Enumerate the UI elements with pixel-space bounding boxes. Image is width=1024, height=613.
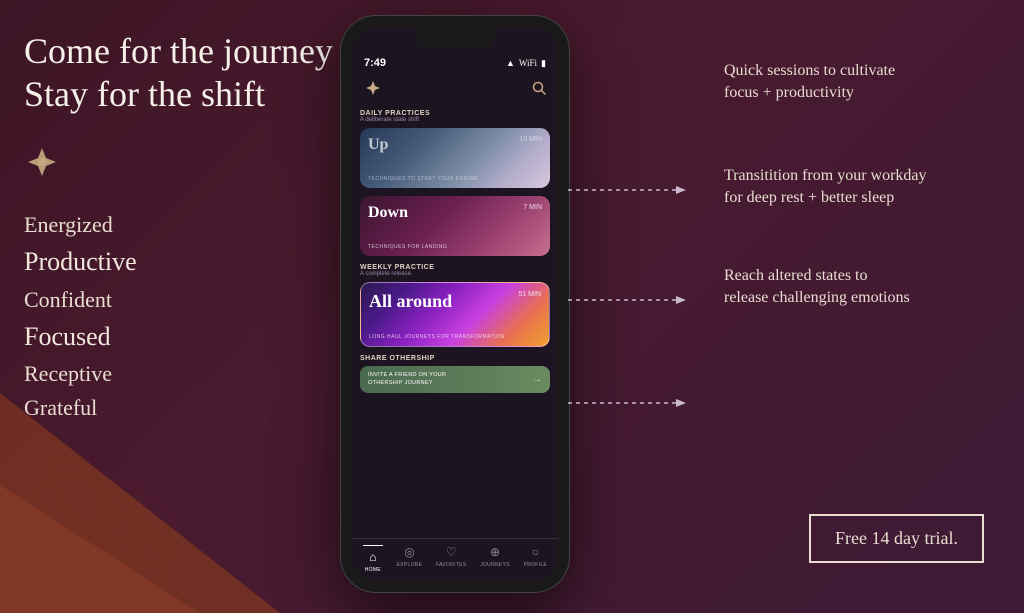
left-panel: Come for the journey Stay for the shift … [24, 30, 344, 425]
feature-1-text: Quick sessions to cultivatefocus + produ… [724, 60, 1004, 105]
feature-1: Quick sessions to cultivatefocus + produ… [724, 60, 1004, 105]
card-allaround-sublabel: LONG HAUL JOURNEYS FOR TRANSFORMATION [369, 334, 505, 340]
share-card[interactable]: INVITE A FRIEND ON YOUR OTHERSHIP JOURNE… [360, 366, 550, 393]
nav-journeys-label: JOURNEYS [480, 562, 510, 568]
bottom-nav: ⌂ HOME ◎ EXPLORE ♡ FAVORITES ⊕ JOURNEYS … [352, 538, 558, 582]
headline-line2: Stay for the shift [24, 73, 344, 116]
share-title: SHARE OTHERSHIP [360, 355, 550, 362]
share-section: SHARE OTHERSHIP INVITE A FRIEND ON YOUR … [360, 355, 550, 393]
status-icons: ▲ WiFi ▮ [506, 58, 546, 69]
nav-home-label: HOME [365, 567, 381, 573]
state-grateful: Grateful [24, 391, 344, 425]
states-list: Energized Productive Confident Focused R… [24, 208, 344, 425]
screen-content: DAILY PRACTICES A deliberate state shift… [352, 110, 558, 393]
daily-practices-section: DAILY PRACTICES A deliberate state shift… [360, 110, 550, 256]
search-icon[interactable] [532, 81, 546, 100]
headline-line1: Come for the journey [24, 30, 344, 73]
brand-logo [24, 144, 344, 188]
app-logo [364, 79, 382, 102]
state-energized: Energized [24, 208, 344, 242]
feature-2-text: Transitition from your workdayfor deep r… [724, 165, 1004, 210]
right-panel: Quick sessions to cultivatefocus + produ… [724, 60, 1004, 341]
card-down-time: 7 MIN [523, 204, 542, 211]
card-down[interactable]: Down TECHNIQUES FOR LANDING 7 MIN [360, 196, 550, 256]
nav-profile[interactable]: ○ PROFILE [524, 545, 548, 574]
card-allaround-time: 51 MIN [518, 291, 541, 298]
card-allaround-label: All around [369, 291, 452, 312]
feature-3: Reach altered states torelease challengi… [724, 265, 1004, 310]
nav-home[interactable]: ⌂ HOME [363, 545, 383, 574]
favorites-icon: ♡ [446, 545, 457, 560]
state-productive: Productive [24, 242, 344, 282]
explore-icon: ◎ [404, 545, 414, 560]
card-up[interactable]: Up TECHNIQUES TO START YOUR ENGINE 10 MI… [360, 128, 550, 188]
nav-explore-label: EXPLORE [397, 562, 423, 568]
nav-home-underline [363, 545, 383, 547]
share-card-text: INVITE A FRIEND ON YOUR OTHERSHIP JOURNE… [368, 372, 446, 387]
share-arrow-icon: → [532, 374, 542, 385]
card-down-sublabel: TECHNIQUES FOR LANDING [368, 244, 447, 250]
nav-favorites-label: FAVORITES [436, 562, 466, 568]
card-down-label: Down [368, 204, 408, 222]
profile-icon: ○ [532, 545, 539, 560]
state-focused: Focused [24, 317, 344, 357]
nav-favorites[interactable]: ♡ FAVORITES [436, 545, 466, 574]
card-allaround[interactable]: All around LONG HAUL JOURNEYS FOR TRANSF… [360, 282, 550, 347]
phone-time: 7:49 [364, 57, 386, 69]
home-icon: ⌂ [369, 550, 376, 565]
state-receptive: Receptive [24, 357, 344, 391]
nav-explore[interactable]: ◎ EXPLORE [397, 545, 423, 574]
app-header [352, 75, 558, 110]
nav-profile-label: PROFILE [524, 562, 548, 568]
headline: Come for the journey Stay for the shift [24, 30, 344, 116]
feature-3-text: Reach altered states torelease challengi… [724, 265, 1004, 310]
nav-journeys[interactable]: ⊕ JOURNEYS [480, 545, 510, 574]
cta-container: Free 14 day trial. [809, 514, 984, 563]
phone-mockup: 7:49 ▲ WiFi ▮ [340, 15, 570, 595]
weekly-practice-section: WEEKLY PRACTICE A complete release All a… [360, 264, 550, 347]
phone-outer: 7:49 ▲ WiFi ▮ [340, 15, 570, 593]
feature-2: Transitition from your workdayfor deep r… [724, 165, 1004, 210]
journeys-icon: ⊕ [490, 545, 500, 560]
state-confident: Confident [24, 283, 344, 317]
phone-screen: 7:49 ▲ WiFi ▮ [352, 27, 558, 581]
daily-practices-title: DAILY PRACTICES [360, 110, 550, 117]
free-trial-button[interactable]: Free 14 day trial. [809, 514, 984, 563]
phone-notch [415, 27, 495, 49]
weekly-practice-title: WEEKLY PRACTICE [360, 264, 550, 271]
